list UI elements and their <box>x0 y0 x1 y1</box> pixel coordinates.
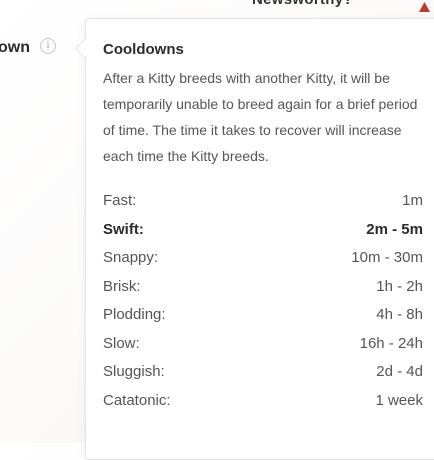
tooltip-caret <box>74 37 97 60</box>
speed-row: Snappy: 10m - 30m <box>103 244 423 273</box>
speed-name: Brisk: <box>103 277 141 295</box>
speed-row: Catatonic: 1 week <box>103 387 423 416</box>
speed-name: Fast: <box>103 192 137 209</box>
speed-name: Swift: <box>103 220 144 238</box>
speed-name: Plodding: <box>103 306 166 323</box>
speed-name: Slow: <box>103 334 140 352</box>
speed-duration: 16h - 24h <box>359 334 423 352</box>
alert-icon <box>419 2 430 12</box>
speed-duration: 2m - 5m <box>366 220 423 238</box>
speed-duration: 1h - 2h <box>376 277 423 295</box>
speed-name: Catatonic: <box>103 391 171 409</box>
speed-row: Slow: 16h - 24h <box>103 330 423 359</box>
info-icon[interactable]: i <box>40 38 56 54</box>
cooldown-speed-list: Fast: 1m Swift: 2m - 5m Snappy: 10m - 30… <box>103 187 423 415</box>
speed-duration: 1m <box>402 192 423 209</box>
cooldown-label: own <box>0 39 30 56</box>
speed-row: Sluggish: 2d - 4d <box>103 358 423 387</box>
speed-name: Snappy: <box>103 249 159 266</box>
tooltip-title: Cooldowns <box>103 41 184 58</box>
newsworthy-link[interactable]: Newsworthy? <box>252 0 353 8</box>
speed-row: Fast: 1m <box>103 187 423 216</box>
speed-name: Sluggish: <box>103 363 165 380</box>
tooltip-description: After a Kitty breeds with another Kitty,… <box>103 70 418 164</box>
speed-row: Swift: 2m - 5m <box>103 216 423 245</box>
cooldowns-tooltip: Cooldowns After a Kitty breeds with anot… <box>74 18 434 460</box>
speed-row: Plodding: 4h - 8h <box>103 301 423 330</box>
speed-row: Brisk: 1h - 2h <box>103 273 423 302</box>
speed-duration: 2d - 4d <box>376 363 423 380</box>
speed-duration: 1 week <box>375 391 423 409</box>
speed-duration: 4h - 8h <box>376 306 423 323</box>
speed-duration: 10m - 30m <box>351 249 423 266</box>
